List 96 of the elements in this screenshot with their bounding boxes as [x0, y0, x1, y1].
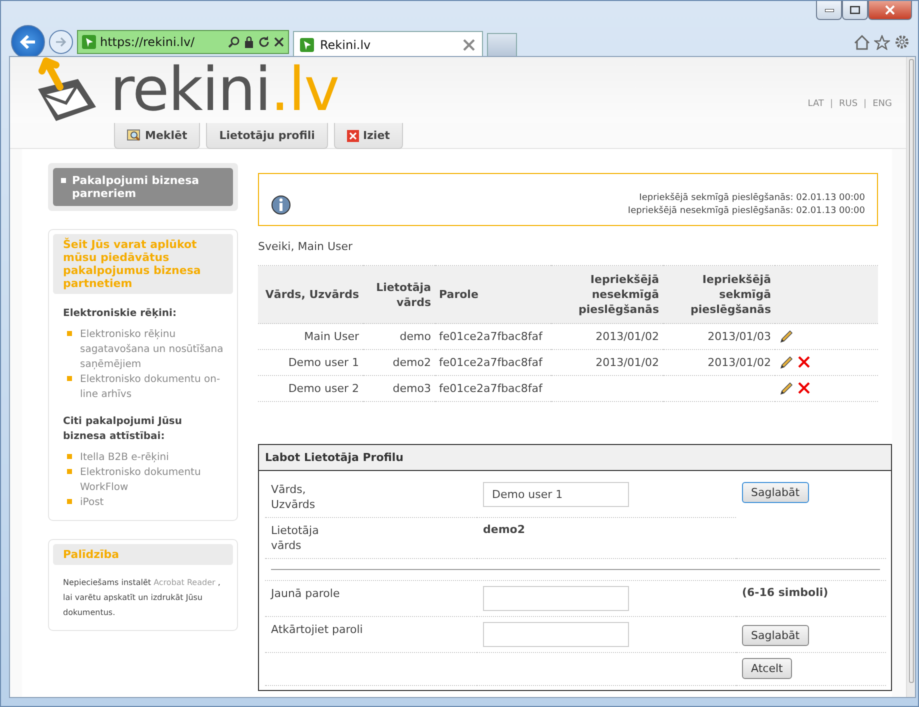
field-label: Lietotāja vārds — [271, 523, 320, 553]
address-bar[interactable]: https://rekini.lv/ — [77, 30, 289, 54]
table-cell: fe01ce2a7fbac8faf — [439, 382, 542, 395]
info-icon — [271, 194, 291, 214]
username-value: demo2 — [483, 523, 526, 536]
table-cell: 2013/01/02 — [596, 330, 659, 343]
table-cell: Demo user 2 — [288, 382, 359, 395]
table-cell: demo3 — [392, 382, 431, 395]
separator-text: | — [830, 99, 833, 109]
table-cell: 2013/01/02 — [596, 356, 659, 369]
greeting-text: Sveiki, Main User — [258, 240, 354, 253]
settings-icon[interactable] — [894, 34, 910, 50]
column-header: Parole — [435, 266, 551, 324]
help-text: Nepieciešams instalēt Acrobat Reader , lai varētu apskatīt un izdrukāt Jūsu dokumentus. — [63, 577, 222, 619]
table-cell: fe01ce2a7fbac8faf — [439, 330, 542, 343]
login-info-text: Iepriekšējā nesekmīgā pieslēgšanās: 02.01.13 00:00 — [628, 206, 865, 216]
bullet-icon — [67, 469, 72, 474]
nav-tab[interactable]: Lietotāju profili — [206, 123, 328, 149]
separator-text: | — [864, 99, 867, 109]
column-header: Vārds, Uzvārds — [258, 266, 363, 324]
card-title: Šeit Jūs varat aplūkot mūsu piedāvātus pakalpojumus biznesa partnetiem — [53, 234, 233, 294]
table-cell: Demo user 1 — [288, 356, 359, 369]
panel-title: Labot Lietotāja Profilu — [259, 445, 891, 471]
password-hint: (6-16 simboli) — [742, 586, 828, 599]
field-label: Jaunā parole — [271, 586, 340, 601]
table-cell: fe01ce2a7fbac8faf — [439, 356, 542, 369]
edit-button[interactable] — [779, 381, 794, 396]
nav-tab[interactable]: Iziet — [334, 123, 403, 149]
magnifier-icon — [127, 129, 141, 142]
table-cell: 2013/01/03 — [708, 330, 771, 343]
close-button[interactable] — [868, 1, 912, 20]
stop-icon[interactable] — [274, 37, 284, 47]
site-icon — [300, 38, 314, 52]
service-link[interactable]: Itella B2B e-rēķini — [80, 450, 169, 465]
cross-icon — [797, 381, 811, 395]
forward-button[interactable] — [49, 30, 73, 54]
section-heading: Citi pakalpojumi Jūsu biznesa attīstībai: — [63, 415, 184, 444]
menu-item[interactable]: Pakalpojumi biznesa parneriem — [53, 168, 233, 206]
language-link[interactable]: ENG — [872, 99, 892, 109]
name-input[interactable]: Demo user 1 — [483, 482, 629, 507]
browser-tab[interactable]: Rekini.lv — [293, 31, 483, 57]
delete-button[interactable] — [797, 381, 812, 396]
section-heading: Elektroniskie rēķini: — [63, 307, 178, 321]
language-link[interactable]: RUS — [838, 99, 858, 109]
password-input[interactable] — [483, 586, 629, 611]
arrow-right-icon — [55, 37, 67, 47]
lock-icon — [244, 36, 254, 48]
edit-button[interactable] — [779, 329, 794, 344]
maximize-icon — [850, 6, 860, 14]
close-icon — [346, 130, 359, 142]
column-header: Lietotāja vārds — [363, 266, 435, 324]
cross-icon — [797, 355, 811, 369]
column-header: Iepriekšējā sekmīgā pieslēgšanās — [663, 266, 775, 324]
home-icon[interactable] — [854, 34, 870, 50]
table-cell: Main User — [304, 330, 359, 343]
column-header: Iepriekšējā nesekmīgā pieslēgšanās — [551, 266, 663, 324]
save-button[interactable]: Saglabāt — [742, 482, 809, 503]
scrollbar[interactable] — [906, 57, 915, 697]
delete-button[interactable] — [797, 355, 812, 370]
star-icon[interactable] — [874, 34, 890, 50]
back-button[interactable] — [11, 25, 45, 59]
table-cell: 2013/01/02 — [708, 356, 771, 369]
table-cell: demo — [400, 330, 431, 343]
bullet-icon — [67, 376, 72, 381]
maximize-button[interactable] — [842, 1, 868, 20]
field-label: Vārds, Uzvārds — [271, 482, 316, 512]
bullet-icon — [61, 178, 66, 183]
language-link[interactable]: LAT — [808, 99, 824, 109]
save-button[interactable]: Saglabāt — [742, 625, 809, 646]
close-icon — [885, 5, 895, 15]
service-link[interactable]: iPost — [80, 495, 104, 510]
site-icon — [82, 35, 96, 49]
cancel-button[interactable]: Atcelt — [742, 658, 792, 679]
password-repeat-input[interactable] — [483, 622, 629, 647]
card-title: Palīdzība — [53, 544, 233, 565]
bullet-icon — [67, 331, 72, 336]
bullet-icon — [67, 499, 72, 504]
logo-text: rekini.lv — [110, 57, 339, 123]
bullet-icon — [67, 454, 72, 459]
login-info-text: Iepriekšējā sekmīgā pieslēgšanās: 02.01.13 00:00 — [639, 193, 865, 203]
search-icon[interactable] — [228, 36, 240, 48]
pencil-icon — [779, 355, 794, 370]
nav-tab[interactable]: Meklēt — [114, 123, 200, 149]
minimize-icon — [824, 8, 834, 12]
cross-icon — [462, 38, 476, 52]
field-label: Atkārtojiet paroli — [271, 622, 363, 637]
table-cell: demo2 — [392, 356, 431, 369]
pencil-icon — [779, 381, 794, 396]
pencil-icon — [779, 329, 794, 344]
edit-button[interactable] — [779, 355, 794, 370]
service-link[interactable]: Elektronisko rēķinu sagatavošana un nosūtīšana saņēmējiem — [80, 327, 233, 372]
acrobat-link[interactable]: Acrobat Reader — [154, 578, 216, 587]
refresh-icon[interactable] — [258, 36, 270, 48]
minimize-button[interactable] — [816, 1, 842, 20]
service-link[interactable]: Elektronisko dokumentu on-line arhīvs — [80, 372, 233, 402]
arrow-left-icon — [19, 34, 37, 50]
